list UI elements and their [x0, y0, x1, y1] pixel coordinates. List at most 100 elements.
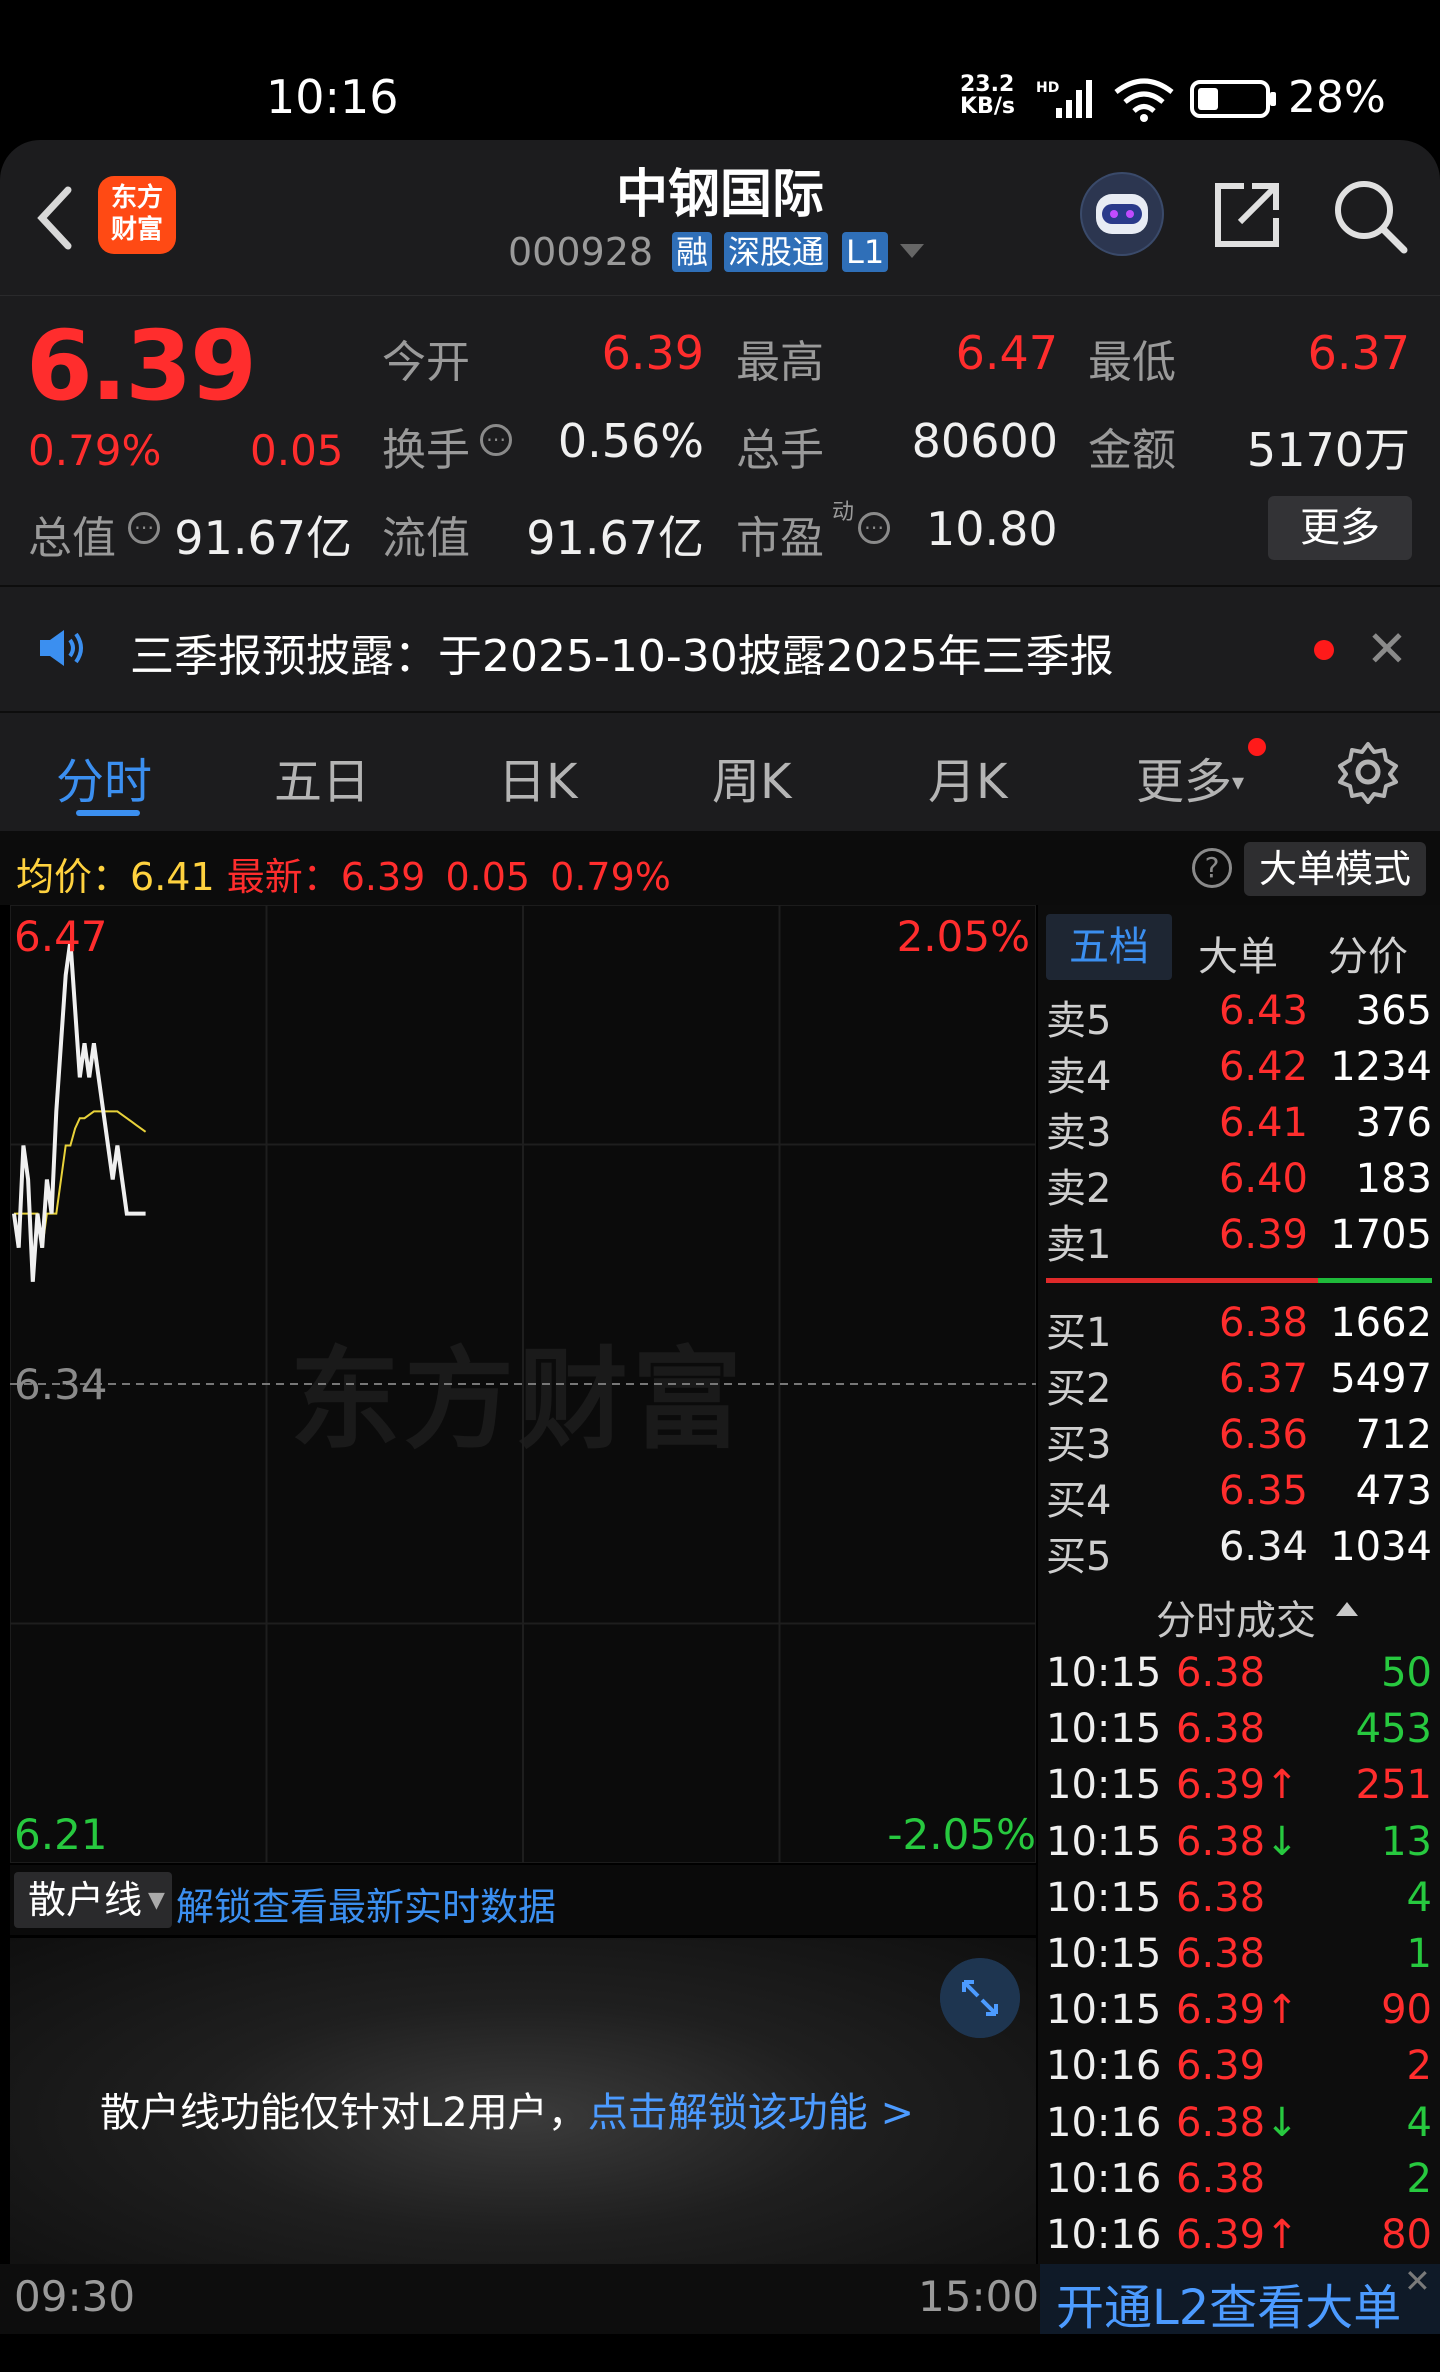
retail-message-text: 散户线功能仅针对L2用户， — [100, 2090, 588, 2136]
pe-dynamic-sup: 动 — [832, 500, 855, 525]
l2-upgrade-text[interactable]: 开通L2查看大单 — [1056, 2268, 1401, 2338]
latest-value: 6.39 — [340, 855, 426, 899]
trade-volume: 2 — [1406, 2043, 1432, 2090]
bid-price: 6.36 — [1218, 1412, 1308, 1458]
arrow-down-icon: ↓ — [1265, 2099, 1299, 2146]
trade-volume: 2 — [1406, 2155, 1432, 2202]
help-icon[interactable]: ? — [1192, 848, 1232, 888]
ask-price: 6.43 — [1218, 988, 1308, 1034]
ask-row: 卖5 6.43 365 — [1046, 988, 1432, 1044]
trade-price: 6.39↑ — [1176, 2212, 1299, 2258]
bid-price: 6.35 — [1218, 1468, 1308, 1514]
net-speed-unit: KB/s — [960, 94, 1015, 119]
chart-grid — [10, 905, 1036, 1863]
trade-volume: 13 — [1381, 1818, 1432, 1865]
share-icon[interactable] — [1210, 176, 1286, 252]
ask-row: 卖1 6.39 1705 — [1046, 1212, 1432, 1268]
tab-weekly-k[interactable]: 周K — [712, 742, 791, 812]
trade-row: 10:16 6.39↑ 80 — [1046, 2212, 1432, 2268]
search-icon[interactable] — [1330, 176, 1410, 256]
y-axis-top: 6.47 — [14, 912, 108, 961]
trade-price: 6.39↑ — [1176, 1987, 1299, 2034]
ask-row: 卖2 6.40 183 — [1046, 1156, 1432, 1212]
high-label: 最高 — [736, 337, 824, 388]
arrow-up-icon: ↑ — [1265, 1987, 1299, 2034]
latest-change-pct: 0.79% — [550, 855, 671, 899]
tab-price-distribution[interactable]: 分价 — [1328, 924, 1408, 982]
ask-price: 6.42 — [1218, 1044, 1308, 1090]
bid-volume: 473 — [1355, 1468, 1432, 1514]
ask-price: 6.39 — [1218, 1212, 1308, 1258]
bid-volume: 1662 — [1330, 1300, 1432, 1346]
announcement-text[interactable]: 三季报预披露：于2025-10-30披露2025年三季报 — [130, 620, 1114, 684]
ask-price: 6.40 — [1218, 1156, 1308, 1202]
more-dots-icon[interactable]: ⋯ — [480, 424, 512, 456]
chevron-up-icon[interactable] — [1336, 1602, 1358, 1616]
gear-icon[interactable] — [1336, 740, 1400, 804]
chevron-down-icon: ▼ — [148, 1888, 165, 1913]
tab-five-day[interactable]: 五日 — [274, 742, 370, 812]
volume-value: 80600 — [911, 414, 1058, 468]
robot-assistant-icon[interactable] — [1080, 172, 1164, 256]
close-icon[interactable]: ✕ — [1366, 620, 1408, 678]
trade-row: 10:15 6.39↑ 251 — [1046, 1762, 1432, 1818]
tab-more[interactable]: 更多▾ — [1136, 742, 1244, 812]
book-divider-bid — [1318, 1278, 1432, 1283]
signal-icon: HD — [1036, 80, 1092, 118]
pe-value: 10.80 — [926, 502, 1058, 556]
open-label: 今开 — [382, 337, 470, 388]
more-dots-icon[interactable]: ⋯ — [858, 512, 890, 544]
close-icon[interactable]: ✕ — [1404, 2262, 1431, 2300]
high-value: 6.47 — [955, 326, 1058, 380]
trade-price: 6.38 — [1176, 1650, 1266, 1696]
trade-row: 10:16 6.38↓ 4 — [1046, 2100, 1432, 2156]
trade-volume: 50 — [1381, 1650, 1432, 1696]
trade-price: 6.38 — [1176, 1931, 1266, 1977]
tab-monthly-k[interactable]: 月K — [928, 742, 1007, 812]
unlock-realtime-link[interactable]: 解锁查看最新实时数据 — [176, 1876, 556, 1931]
unlock-feature-link[interactable]: 点击解锁该功能 > — [588, 2090, 914, 2136]
more-dots-icon[interactable]: ⋯ — [128, 512, 160, 544]
ask-volume: 1705 — [1330, 1212, 1432, 1258]
time-start-label: 09:30 — [14, 2272, 136, 2321]
net-speed-value: 23.2 — [960, 72, 1015, 97]
change-percent: 0.79% — [28, 426, 162, 475]
y-axis-mid: 6.34 — [14, 1360, 108, 1409]
trade-price: 6.38↓ — [1176, 1818, 1299, 1865]
retail-selector-label: 散户线 — [28, 1878, 143, 1922]
tab-daily-k[interactable]: 日K — [498, 742, 577, 812]
more-button[interactable]: 更多 — [1268, 496, 1412, 560]
trade-price: 6.38 — [1176, 1706, 1266, 1753]
big-order-mode-button[interactable]: 大单模式 — [1244, 842, 1426, 896]
app-logo[interactable]: 东方财富 — [98, 176, 176, 254]
bid-price: 6.38 — [1218, 1300, 1308, 1346]
trade-row: 10:15 6.38 1 — [1046, 1931, 1432, 1987]
bid-price: 6.37 — [1218, 1356, 1308, 1402]
back-button[interactable] — [24, 178, 84, 258]
tab-five-levels[interactable]: 五档 — [1046, 914, 1172, 980]
arrow-down-icon: ↓ — [1265, 1818, 1299, 1865]
bid-label: 买4 — [1046, 1478, 1112, 1524]
status-time: 10:16 — [266, 70, 399, 124]
price-line — [12, 940, 146, 1282]
trades-title[interactable]: 分时成交 — [1156, 1588, 1316, 1646]
stock-code[interactable]: 000928 — [508, 230, 653, 274]
battery-percentage: 28% — [1288, 72, 1386, 123]
trade-row: 10:15 6.38↓ 13 — [1046, 1819, 1432, 1875]
trade-time: 10:16 — [1046, 2155, 1162, 2202]
chevron-down-icon[interactable] — [900, 244, 924, 258]
low-value: 6.37 — [1307, 326, 1410, 380]
trade-price: 6.38 — [1176, 2155, 1266, 2202]
tag-margin: 融 — [672, 232, 713, 272]
trade-volume: 251 — [1355, 1762, 1432, 1809]
tag-shenzhen-connect: 深股通 — [724, 232, 829, 272]
time-end-label: 15:00 — [918, 2272, 1040, 2321]
ask-price: 6.41 — [1218, 1100, 1308, 1146]
volume-label: 总手 — [736, 425, 824, 476]
float-label: 流值 — [382, 513, 470, 564]
tab-big-orders[interactable]: 大单 — [1198, 924, 1278, 982]
expand-icon[interactable] — [940, 1958, 1020, 2038]
tab-intraday[interactable]: 分时 — [56, 742, 152, 812]
active-tab-indicator — [76, 810, 140, 816]
retail-line-selector[interactable]: 散户线 ▼ — [14, 1872, 172, 1928]
